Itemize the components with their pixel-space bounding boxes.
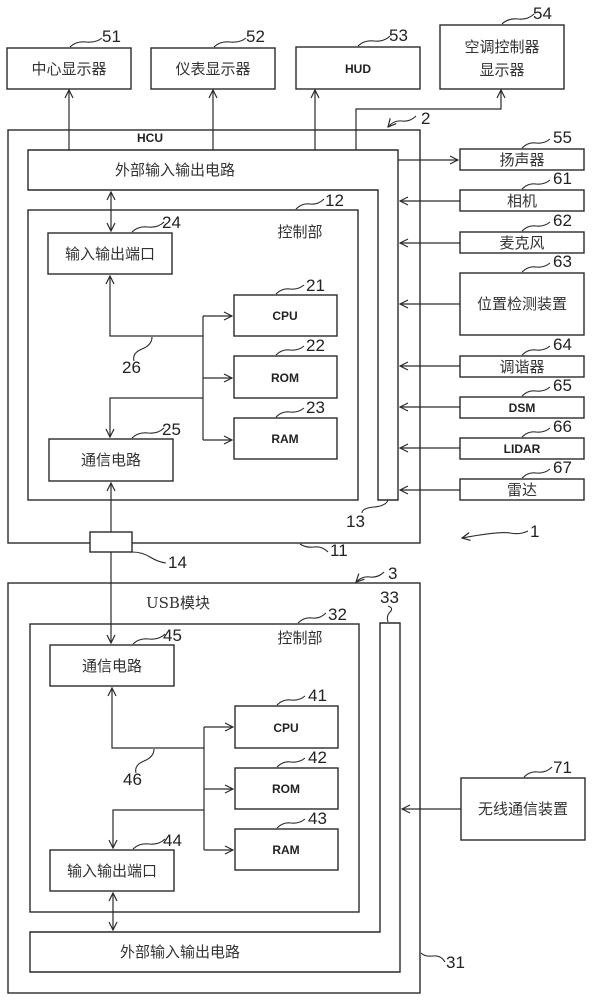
- microphone-label: 麦克风: [499, 234, 544, 252]
- ref-2: 2: [421, 109, 430, 128]
- lidar-label: LIDAR: [504, 442, 541, 456]
- hcu-comm-label: 通信电路: [81, 451, 141, 469]
- radar-label: 雷达: [507, 481, 537, 499]
- hcu-cpu-label: CPU: [272, 309, 297, 323]
- ref-71: 71: [553, 758, 572, 777]
- ref-41: 41: [308, 686, 327, 705]
- ref-13: 13: [346, 512, 365, 531]
- hcu-title: HCU: [137, 131, 163, 145]
- position-detector-label: 位置检测装置: [477, 295, 567, 313]
- center-display-label: 中心显示器: [31, 60, 106, 78]
- camera-label: 相机: [507, 192, 537, 210]
- ref-53: 53: [389, 26, 408, 45]
- usb-control-label: 控制部: [277, 629, 322, 647]
- hcu-ram-label: RAM: [271, 432, 298, 446]
- block-diagram: 中心显示器 51 仪表显示器 52 HUD 53 空调控制器 显示器 54 HC…: [6, 4, 586, 994]
- hcu-io-port-label: 输入输出端口: [65, 245, 155, 263]
- ref-61: 61: [553, 169, 572, 188]
- usb-io-port-label: 输入输出端口: [67, 862, 157, 880]
- wireless-label: 无线通信装置: [478, 800, 568, 818]
- speaker-label: 扬声器: [499, 151, 544, 169]
- ref-51: 51: [102, 27, 121, 46]
- peripheral-dsm: DSM 65: [400, 376, 585, 419]
- ref-24: 24: [162, 213, 181, 232]
- peripheral-camera: 相机 61: [400, 169, 585, 212]
- ref-44: 44: [163, 831, 182, 850]
- ref-23: 23: [306, 398, 325, 417]
- peripheral-position-detector: 位置检测装置 63: [400, 252, 585, 336]
- ref-22: 22: [306, 336, 325, 355]
- ref-12: 12: [325, 191, 344, 210]
- usb-external-io-label: 外部输入输出电路: [120, 943, 240, 961]
- ref-54: 54: [533, 4, 552, 23]
- ref-52: 52: [246, 27, 265, 46]
- peripheral-speaker: 扬声器 55: [398, 128, 585, 171]
- ref-33: 33: [380, 588, 399, 607]
- ref-43: 43: [308, 809, 327, 828]
- ref-25: 25: [162, 420, 181, 439]
- hud-block: HUD 53: [295, 26, 421, 90]
- usb-ram-label: RAM: [272, 843, 299, 857]
- hcu-rom-label: ROM: [271, 371, 299, 385]
- ref-1: 1: [530, 522, 539, 541]
- ref-3: 3: [388, 564, 397, 583]
- peripheral-tuner: 调谐器 64: [400, 335, 585, 378]
- ac-controller-display-label-2: 显示器: [479, 61, 524, 79]
- ref-21: 21: [306, 276, 325, 295]
- ref-62: 62: [553, 211, 572, 230]
- ref-31: 31: [446, 953, 465, 972]
- ref-64: 64: [553, 335, 572, 354]
- usb-title: USB模块: [146, 594, 210, 612]
- ac-controller-display-block: 空调控制器 显示器 54: [439, 4, 565, 90]
- peripheral-radar: 雷达 67: [400, 458, 585, 501]
- dsm-label: DSM: [509, 401, 536, 415]
- ref-45: 45: [163, 626, 182, 645]
- ref-26: 26: [122, 358, 141, 377]
- instrument-display-label: 仪表显示器: [175, 60, 250, 78]
- ac-controller-display-label-1: 空调控制器: [464, 38, 539, 56]
- ref-66: 66: [553, 417, 572, 436]
- usb-rom-label: ROM: [272, 782, 300, 796]
- ref-67: 67: [553, 458, 572, 477]
- ref-46: 46: [123, 770, 142, 789]
- hcu-control-label: 控制部: [277, 223, 322, 241]
- usb-comm-label: 通信电路: [82, 657, 142, 675]
- peripheral-microphone: 麦克风 62: [400, 211, 585, 254]
- ref-32: 32: [328, 605, 347, 624]
- ref-42: 42: [308, 748, 327, 767]
- connector: [89, 531, 133, 553]
- hud-label: HUD: [345, 62, 371, 76]
- wireless-comm-device: 无线通信装置 71: [402, 758, 586, 841]
- peripheral-lidar: LIDAR 66: [400, 417, 585, 460]
- ref-55: 55: [553, 128, 572, 147]
- usb-cpu-label: CPU: [273, 721, 298, 735]
- ref-63: 63: [553, 252, 572, 271]
- ref-14: 14: [168, 553, 187, 572]
- tuner-label: 调谐器: [499, 358, 544, 376]
- ref-11: 11: [330, 541, 348, 560]
- hcu-external-io-label: 外部输入输出电路: [115, 161, 235, 179]
- center-display-block: 中心显示器 51: [6, 27, 132, 90]
- instrument-display-block: 仪表显示器 52: [150, 27, 276, 90]
- ref-65: 65: [553, 376, 572, 395]
